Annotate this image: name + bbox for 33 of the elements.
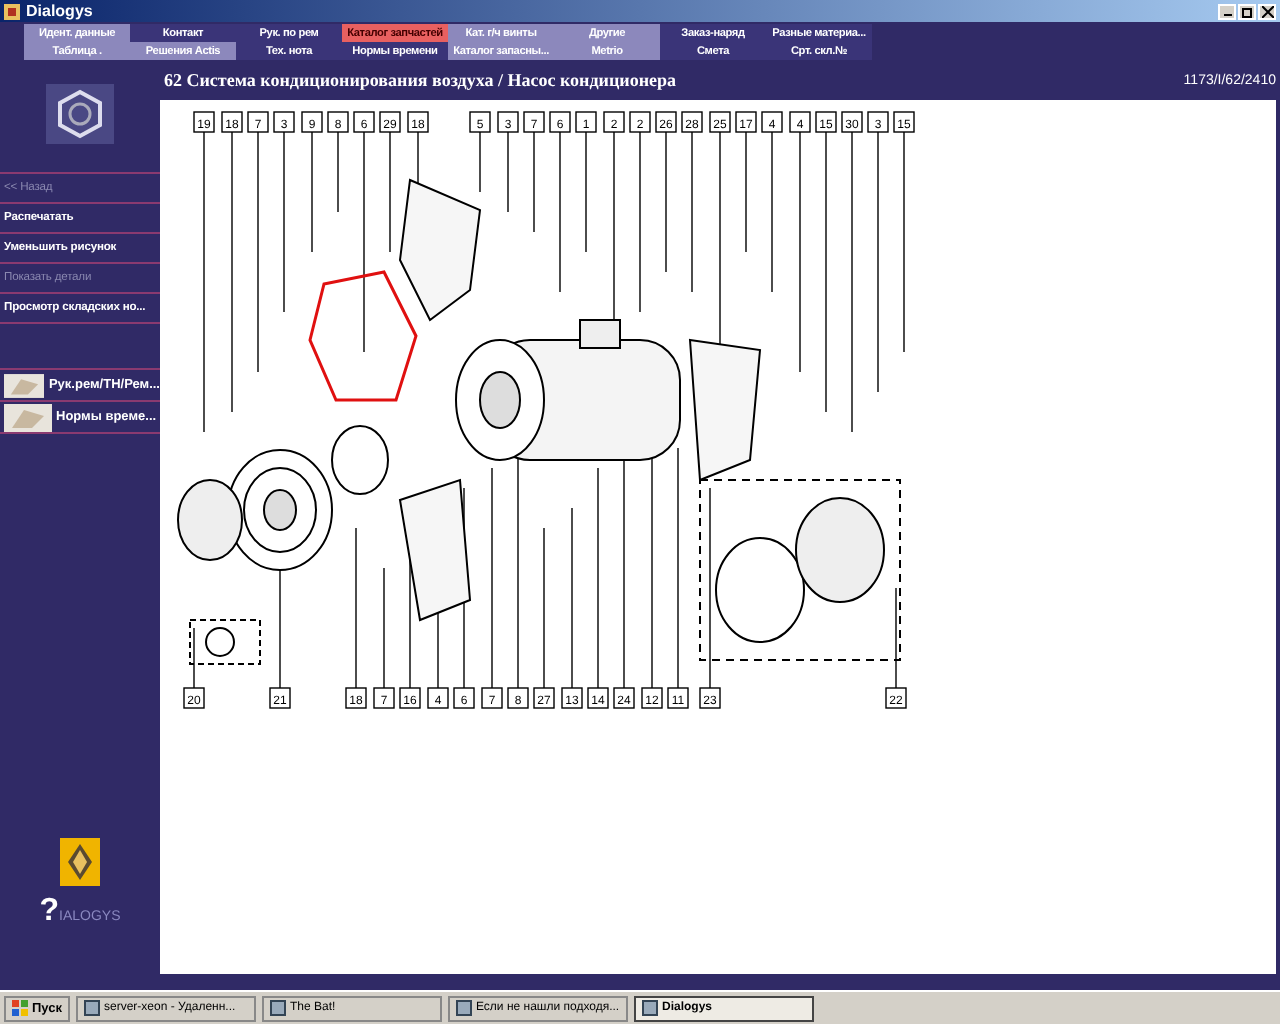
close-button[interactable] [1258, 3, 1276, 19]
leader-line [665, 131, 667, 273]
nut-icon [46, 84, 114, 144]
book-icon [4, 371, 45, 399]
logo-mark: ? [39, 894, 60, 930]
window-icon [456, 1000, 472, 1016]
windows-flag-icon [12, 1000, 28, 1016]
window-icon [84, 1000, 100, 1016]
leader-line [507, 131, 509, 213]
leader-line [585, 131, 587, 253]
leader-line [745, 131, 747, 253]
leader-line [895, 587, 897, 689]
page-title: 62 Система кондиционирования воздуха / Насос кондиционера [164, 70, 677, 90]
minimize-button[interactable] [1218, 3, 1236, 19]
window-icon [642, 1000, 658, 1016]
leader-line [389, 131, 391, 253]
diamond-logo-icon [60, 838, 100, 886]
close-icon [1261, 5, 1273, 17]
app-icon [4, 3, 20, 19]
leader-line [479, 131, 481, 193]
circlip-drawing [189, 619, 261, 665]
leader-line [383, 567, 385, 689]
book-icon [4, 403, 52, 431]
highlight-outline [308, 270, 418, 402]
leader-line [311, 131, 313, 253]
window-icon [270, 1000, 286, 1016]
leader-line [193, 627, 195, 689]
restore-button[interactable] [1238, 3, 1256, 19]
restore-icon [1241, 5, 1253, 17]
window-title: Dialogys [26, 2, 93, 20]
leader-line [533, 131, 535, 233]
leader-line [279, 567, 281, 689]
leader-line [337, 131, 339, 213]
